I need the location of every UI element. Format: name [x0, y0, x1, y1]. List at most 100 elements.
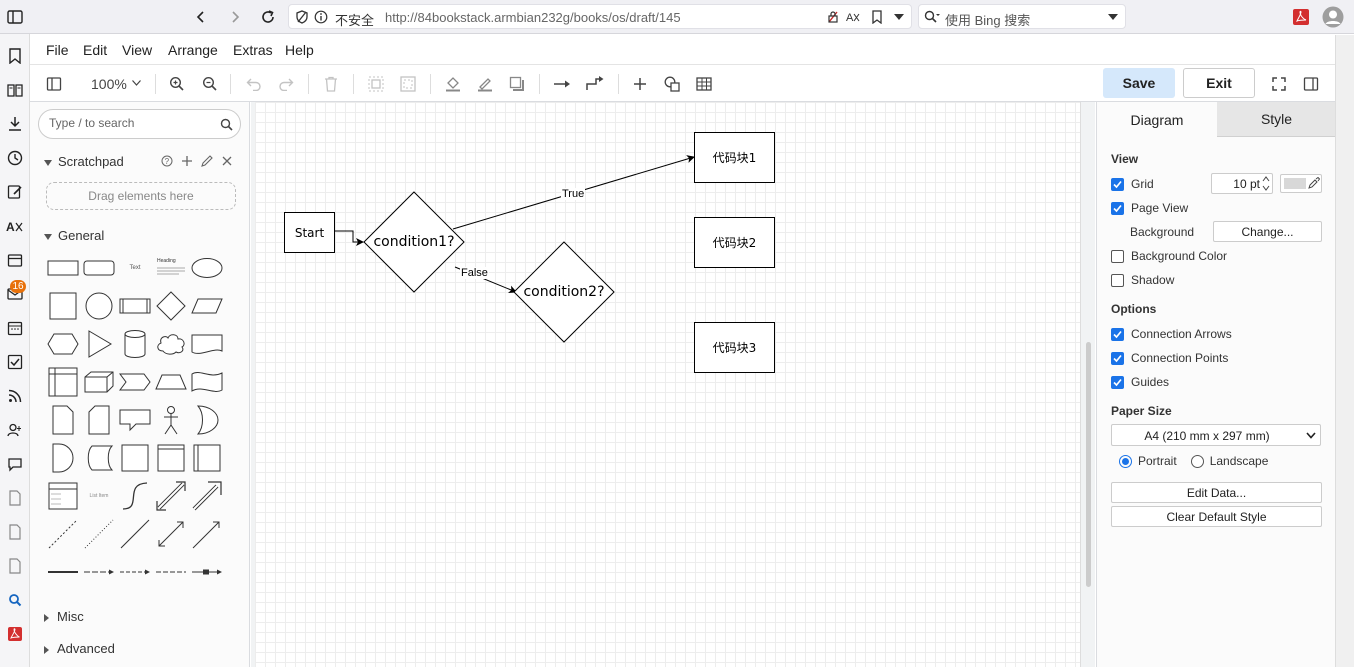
shape-ellipse[interactable] [190, 251, 224, 285]
paper-size-select[interactable]: A4 (210 mm x 297 mm) [1111, 424, 1321, 446]
edit-pencil-icon[interactable] [200, 154, 214, 168]
diagram-page[interactable]: Start condition1? condition2? 代码块1 代码块2 … [255, 102, 1081, 667]
translate-icon[interactable]: A [845, 9, 861, 25]
chat-icon[interactable] [4, 453, 26, 475]
help-icon[interactable]: ? [160, 154, 174, 168]
shape-delay[interactable] [46, 441, 80, 475]
reader-lock-icon[interactable] [825, 9, 841, 25]
shape-hexagon[interactable] [46, 327, 80, 361]
insert-plus-icon[interactable] [630, 74, 650, 94]
to-front-icon[interactable] [366, 74, 386, 94]
delete-icon[interactable] [321, 74, 341, 94]
node-block1[interactable]: 代码块1 [694, 132, 775, 183]
connection-points-checkbox[interactable] [1111, 351, 1124, 365]
fullscreen-icon[interactable] [1269, 74, 1289, 94]
shape-search-input[interactable] [49, 116, 209, 130]
shape-cylinder[interactable] [118, 327, 152, 361]
background-color-checkbox[interactable] [1111, 249, 1124, 263]
shape-vertical-container[interactable] [190, 441, 224, 475]
shape-rectangle[interactable] [46, 251, 80, 285]
node-start[interactable]: Start [284, 212, 335, 253]
menu-view[interactable]: View [122, 42, 152, 58]
zoom-level[interactable]: 100% [91, 76, 127, 92]
tasks-icon[interactable] [4, 351, 26, 373]
calendar-grid-icon[interactable] [4, 317, 26, 339]
shadow-icon[interactable] [507, 74, 527, 94]
shape-dotted-line[interactable] [82, 517, 116, 551]
feeds-icon[interactable] [4, 385, 26, 407]
notes-icon[interactable] [4, 181, 26, 203]
pdf-panel-icon[interactable] [4, 623, 26, 645]
page-view-checkbox[interactable] [1111, 201, 1124, 215]
back-icon[interactable] [188, 4, 214, 30]
grid-size-stepper[interactable]: 10 pt [1211, 173, 1273, 194]
shape-circle[interactable] [82, 289, 116, 323]
info-icon[interactable] [313, 9, 329, 25]
shape-container[interactable] [118, 441, 152, 475]
shape-or[interactable] [190, 403, 224, 437]
shape-diamond[interactable] [154, 289, 188, 323]
edit-data-button[interactable]: Edit Data... [1111, 482, 1322, 503]
advanced-header[interactable]: Advanced [44, 641, 115, 656]
general-header[interactable]: General [44, 228, 104, 243]
portrait-radio[interactable] [1119, 454, 1132, 468]
add-icon[interactable] [180, 154, 194, 168]
page-scrollbar[interactable] [1335, 35, 1354, 667]
address-bar[interactable]: 不安全 http://84bookstack.armbian232g/books… [288, 4, 912, 29]
menu-extras[interactable]: Extras [233, 42, 273, 58]
shape-triangle[interactable] [82, 327, 116, 361]
downloads-icon[interactable] [4, 113, 26, 135]
reading-list-icon[interactable] [4, 79, 26, 101]
shape-cloud[interactable] [154, 327, 188, 361]
connection-arrows-checkbox[interactable] [1111, 327, 1124, 341]
stepper-up-icon[interactable] [1262, 176, 1270, 183]
grid-color-button[interactable] [1280, 174, 1322, 193]
shape-step[interactable] [118, 365, 152, 399]
node-block2[interactable]: 代码块2 [694, 217, 775, 268]
shape-list[interactable] [46, 479, 80, 513]
edge-start-condition1[interactable] [334, 230, 364, 246]
search-panel-icon[interactable] [4, 589, 26, 611]
shape-bidirectional-connector[interactable] [154, 517, 188, 551]
shape-square[interactable] [46, 289, 80, 323]
shape-textbox[interactable]: Heading [154, 251, 188, 285]
shape-document[interactable] [190, 327, 224, 361]
redo-icon[interactable] [276, 74, 296, 94]
menu-edit[interactable]: Edit [83, 42, 107, 58]
shape-actor[interactable] [154, 403, 188, 437]
shape-connector-arrow[interactable] [82, 555, 116, 589]
exit-button[interactable]: Exit [1183, 68, 1255, 98]
account-avatar-icon[interactable] [1320, 4, 1346, 30]
page-icon-3[interactable] [4, 555, 26, 577]
shape-parallelogram[interactable] [190, 289, 224, 323]
shape-data-storage[interactable] [82, 441, 116, 475]
shape-swimlane[interactable] [154, 441, 188, 475]
shape-rounded-rectangle[interactable] [82, 251, 116, 285]
tab-style[interactable]: Style [1217, 102, 1336, 137]
shape-curve[interactable] [118, 479, 152, 513]
contacts-icon[interactable] [4, 419, 26, 441]
node-condition1-label[interactable]: condition1? [365, 232, 463, 252]
zoom-dropdown-icon[interactable] [131, 79, 141, 87]
canvas-scrollbar[interactable] [1086, 342, 1091, 587]
shape-note[interactable] [46, 403, 80, 437]
chevron-down-icon[interactable] [1306, 432, 1316, 440]
search-engine-icon[interactable] [923, 9, 941, 25]
shape-arrow[interactable] [190, 479, 224, 513]
table-icon[interactable] [694, 74, 714, 94]
sidebar-toggle-icon[interactable] [2, 4, 28, 30]
guides-checkbox[interactable] [1111, 375, 1124, 389]
tracking-shield-icon[interactable] [294, 9, 310, 25]
pdf-icon[interactable] [1288, 4, 1314, 30]
to-back-icon[interactable] [398, 74, 418, 94]
shape-dashed-arrow[interactable] [118, 555, 152, 589]
format-panel-toggle-icon[interactable] [44, 74, 64, 94]
line-color-icon[interactable] [475, 74, 495, 94]
dropdown-icon[interactable] [891, 9, 907, 25]
menu-help[interactable]: Help [285, 42, 314, 58]
shapes-icon[interactable] [662, 74, 682, 94]
close-icon[interactable] [220, 154, 234, 168]
shape-card[interactable] [82, 403, 116, 437]
change-background-button[interactable]: Change... [1213, 221, 1322, 242]
edge-true-label[interactable]: True [561, 188, 586, 200]
